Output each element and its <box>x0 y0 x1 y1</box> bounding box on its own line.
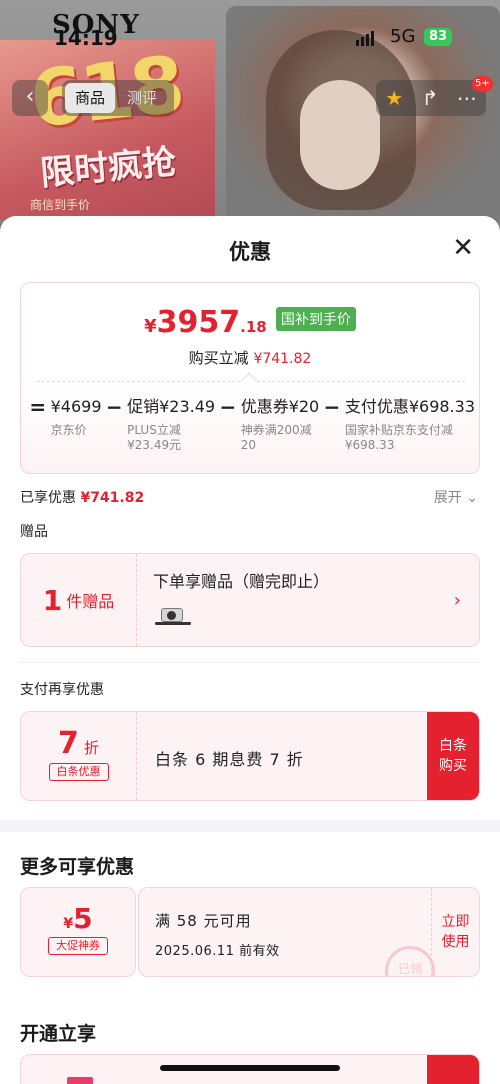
share-icon[interactable]: ↱ <box>422 86 439 110</box>
reduce-amount: ¥741.82 <box>253 351 312 367</box>
baitiao-discount-block: 7 折 白条优惠 <box>21 712 137 800</box>
price-tag: 国补到手价 <box>275 307 356 331</box>
price-breakdown: = ¥4699 京东价 − 促销¥23.49 PLUS立减 ¥23.49元 − 优… <box>29 395 479 453</box>
breakdown-op: − <box>219 395 237 419</box>
baitiao-buy-button[interactable]: 白条 购买 <box>427 712 479 800</box>
section-gap <box>0 820 500 832</box>
chevron-down-icon: ⌄ <box>466 490 478 506</box>
baitiao-discount: 7 <box>58 726 79 761</box>
home-indicator[interactable] <box>160 1065 340 1071</box>
pay-section-label: 支付再享优惠 <box>20 682 104 698</box>
breakdown-note: 京东价 <box>50 423 87 437</box>
reduce-label: 购买立减 <box>188 349 249 367</box>
gift-unit: 件赠品 <box>66 592 115 611</box>
open-button[interactable] <box>427 1055 479 1084</box>
breakdown-item-payment: 支付优惠¥698.33 国家补贴京东支付减 ¥698.33 <box>341 395 479 453</box>
chevron-right-icon: › <box>453 590 461 611</box>
coupon-tag: 大促神券 <box>48 937 108 955</box>
gift-section-label: 赠品 <box>20 524 48 540</box>
price-integer: 3957 <box>156 305 241 340</box>
coupon-amount-block: ¥5 大促神券 <box>20 887 136 977</box>
breakdown-note: PLUS立减 ¥23.49元 <box>127 423 215 453</box>
price-currency: ¥ <box>144 316 157 337</box>
favorite-star-icon[interactable]: ★ <box>385 86 403 110</box>
enjoyed-label: 已享优惠 <box>20 490 76 506</box>
breakdown-note-line: 神券满200减 <box>240 423 312 437</box>
discount-sheet: 优惠 ✕ ¥3957.18 国补到手价 购买立减 ¥741.82 = ¥4699… <box>0 216 500 1084</box>
breakdown-op: − <box>323 395 341 419</box>
coupon-expiry: 2025.06.11 前有效 <box>155 944 280 959</box>
breakdown-item-coupon: 优惠券¥20 神券满200减 20 <box>237 395 324 453</box>
tab-review[interactable]: 测评 <box>117 83 167 113</box>
breakdown-value: 促销¥23.49 <box>127 397 216 416</box>
breakdown-note: 神券满200减 20 <box>241 423 320 453</box>
breakdown-op: = <box>29 395 47 419</box>
nav-actions: ★ ↱ ⋯ <box>376 80 486 116</box>
top-nav: ‹ 商品 测评 ★ ↱ ⋯ 5+ <box>0 76 500 116</box>
coupon-detail: 满 58 元可用 2025.06.11 前有效 已领 立即 使用 <box>138 887 480 977</box>
section-divider <box>20 662 480 663</box>
promo-sub: 商信到手价 <box>30 198 91 212</box>
status-bar: SONY 14:19 5G 83 <box>0 10 500 52</box>
breakdown-op: − <box>105 395 123 419</box>
gift-camera-thumbnail <box>155 606 191 628</box>
product-tabs: 商品 测评 <box>62 80 174 116</box>
gift-count: 1 <box>42 583 63 617</box>
membership-icon <box>67 1077 93 1084</box>
baitiao-tag: 白条优惠 <box>48 763 109 781</box>
reduce-line: 购买立减 ¥741.82 <box>21 347 479 368</box>
use-coupon-button[interactable]: 立即 使用 <box>431 888 479 976</box>
baitiao-buy-label: 白条 购买 <box>439 738 467 774</box>
back-icon[interactable]: ‹ <box>12 80 48 116</box>
price-divider-notch <box>240 372 258 390</box>
baitiao-unit: 折 <box>83 739 99 757</box>
price-decimal: .18 <box>240 318 267 336</box>
breakdown-value: 优惠券¥20 <box>240 397 320 416</box>
price-card: ¥3957.18 国补到手价 购买立减 ¥741.82 = ¥4699 京东价 … <box>20 282 480 474</box>
more-discounts-title: 更多可享优惠 <box>20 856 135 878</box>
gift-title: 下单享赠品（赠完即止） <box>153 572 330 591</box>
breakdown-note-line: ¥698.33 <box>344 438 395 452</box>
breakdown-note-line: PLUS立减 <box>127 423 181 437</box>
expand-button[interactable]: 展开 ⌄ <box>434 487 478 507</box>
tab-product[interactable]: 商品 <box>65 83 116 113</box>
signal-icon <box>356 30 374 46</box>
battery-icon: 83 <box>424 28 452 46</box>
gift-count-block: 1 件赠品 <box>21 554 137 646</box>
breakdown-value: 支付优惠¥698.33 <box>344 397 475 416</box>
breakdown-note-line: ¥23.49元 <box>127 438 182 452</box>
coupon-condition: 满 58 元可用 <box>155 912 252 930</box>
expand-label: 展开 <box>433 490 462 506</box>
breakdown-item-jd-price: ¥4699 京东价 <box>47 395 106 453</box>
promo-banner: 618 限时疯抢 商信到手价 <box>0 40 215 220</box>
breakdown-item-promo: 促销¥23.49 PLUS立减 ¥23.49元 <box>123 395 219 453</box>
coupon-currency: ¥ <box>63 916 74 932</box>
coupon-value: ¥5 <box>63 902 92 935</box>
breakdown-note-line: 20 <box>240 438 256 452</box>
close-icon[interactable]: ✕ <box>452 234 474 262</box>
use-coupon-label: 立即 使用 <box>441 914 470 950</box>
open-now-title: 开通立享 <box>20 1023 97 1045</box>
network-type: 5G <box>390 26 416 47</box>
enjoyed-amount: ¥741.82 <box>80 490 145 506</box>
status-time: 14:19 <box>54 26 118 50</box>
coupon-card: ¥5 大促神券 满 58 元可用 2025.06.11 前有效 已领 立即 使用 <box>20 887 480 977</box>
sheet-title: 优惠 <box>229 240 271 264</box>
claimed-stamp: 已领 <box>385 946 435 976</box>
breakdown-value: ¥4699 <box>50 397 102 416</box>
coupon-amount: 5 <box>73 902 93 935</box>
enjoyed-discount: 已享优惠 ¥741.82 <box>20 487 144 507</box>
breakdown-note: 国家补贴京东支付减 ¥698.33 <box>345 423 475 453</box>
promo-title: 限时疯抢 <box>38 142 178 194</box>
baitiao-card: 7 折 白条优惠 白条 6 期息费 7 折 白条 购买 <box>20 711 480 801</box>
breakdown-note-line: 国家补贴京东支付减 <box>344 423 453 437</box>
final-price: ¥3957.18 国补到手价 <box>21 305 479 340</box>
baitiao-text: 白条 6 期息费 7 折 <box>155 750 304 769</box>
cart-badge: 5+ <box>472 76 493 92</box>
gift-card[interactable]: 1 件赠品 下单享赠品（赠完即止） › <box>20 553 480 647</box>
